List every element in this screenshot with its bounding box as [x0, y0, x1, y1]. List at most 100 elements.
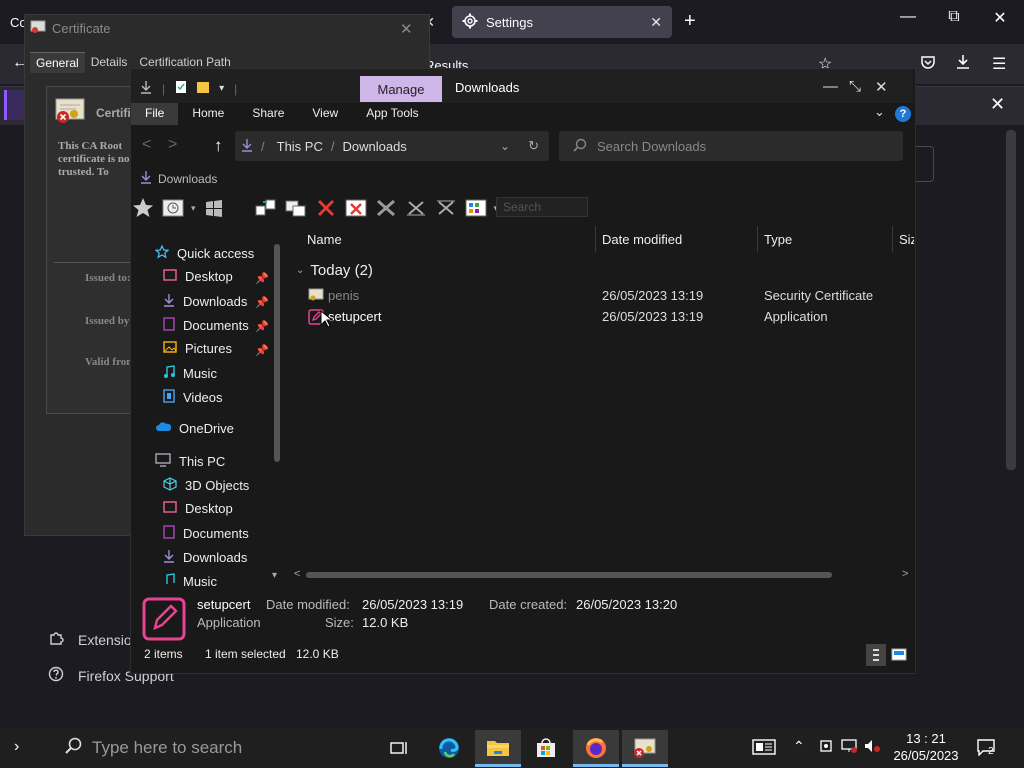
nav-documents[interactable]: Documents [163, 525, 249, 542]
tab-share[interactable]: Share [238, 103, 298, 125]
nav-this-pc[interactable]: This PC [155, 453, 225, 470]
downloads-icon[interactable] [955, 54, 971, 75]
close-icon[interactable]: ✕ [990, 94, 1005, 115]
pin-icon[interactable]: 📌 [255, 296, 269, 309]
chevron-down-icon[interactable]: ▾ [219, 83, 224, 94]
system-clock[interactable]: 13 : 21 26/05/2023 [886, 730, 966, 764]
tab-details[interactable]: Details [85, 52, 134, 73]
column-date-modified[interactable]: Date modified [602, 232, 682, 247]
details-view-icon[interactable] [866, 644, 886, 666]
file-explorer-icon[interactable] [475, 730, 521, 766]
horizontal-scrollbar[interactable] [306, 572, 832, 578]
new-tab-button[interactable]: + [684, 10, 696, 33]
search-box[interactable]: Search Downloads [559, 131, 903, 161]
breadcrumb-this-pc[interactable]: This PC [277, 139, 323, 154]
delete-icon[interactable] [314, 196, 338, 220]
edge-icon[interactable] [426, 730, 472, 766]
chevron-down-icon[interactable]: ▾ [272, 570, 277, 581]
pin-icon[interactable]: 📌 [255, 320, 269, 333]
tab-view[interactable]: View [298, 103, 352, 125]
cut-x-icon[interactable] [434, 196, 458, 220]
pin-icon[interactable]: 📌 [255, 344, 269, 357]
nav-downloads[interactable]: Downloads [163, 549, 247, 566]
delete-window-icon[interactable] [344, 196, 368, 220]
store-icon[interactable] [523, 730, 569, 766]
file-row[interactable]: penis 26/05/2023 13:19 Security Certific… [300, 286, 914, 306]
tab-general[interactable]: General [30, 52, 85, 73]
tab-home[interactable]: Home [178, 103, 238, 125]
favorite-star-icon[interactable] [131, 196, 155, 220]
forward-icon[interactable]: > [168, 136, 177, 154]
properties-icon[interactable] [175, 80, 187, 97]
toolbar-search-input[interactable]: Search [496, 197, 588, 217]
nav-quick-access[interactable]: Quick access [154, 244, 254, 262]
close-icon[interactable]: ✕ [400, 20, 413, 38]
column-divider[interactable] [595, 226, 596, 252]
cut-x-icon[interactable] [374, 196, 398, 220]
nav-music[interactable]: Music [163, 365, 217, 382]
maximize-button[interactable]: ⤡ [849, 78, 861, 95]
certificate-app-icon[interactable] [622, 730, 668, 766]
close-button[interactable]: ✕ [875, 78, 888, 96]
windows-logo-icon[interactable] [202, 196, 226, 220]
nav-onedrive[interactable]: OneDrive [155, 421, 234, 436]
scroll-left-icon[interactable]: < [294, 568, 300, 580]
expand-ribbon-icon[interactable]: ⌄ [874, 104, 885, 120]
up-arrow-icon[interactable]: ↑ [214, 136, 223, 156]
minimize-button[interactable]: — [888, 8, 928, 26]
close-button[interactable]: ✕ [980, 8, 1020, 28]
column-divider[interactable] [757, 226, 758, 252]
secondary-breadcrumb[interactable]: Downloads [140, 170, 217, 187]
pin-icon[interactable]: 📌 [255, 272, 269, 285]
column-type[interactable]: Type [764, 232, 792, 247]
taskbar-search[interactable]: Type here to search [54, 728, 372, 768]
nav-music-pc[interactable]: Music [163, 573, 217, 588]
nav-scrollbar[interactable] [274, 244, 280, 462]
history-icon[interactable] [161, 196, 185, 220]
scroll-right-icon[interactable]: > [902, 568, 908, 580]
breadcrumb-downloads[interactable]: Downloads [342, 139, 406, 154]
maximize-button[interactable]: ⧉ [934, 8, 974, 26]
scrollbar[interactable] [1006, 130, 1016, 470]
minimize-button[interactable]: — [823, 78, 838, 95]
nav-downloads-pinned[interactable]: Downloads [163, 293, 247, 310]
file-row-selected[interactable]: setupcert 26/05/2023 13:19 Application [300, 307, 914, 327]
task-view-icon[interactable] [376, 730, 422, 766]
show-hidden-icons-icon[interactable]: ⌃ [793, 738, 805, 755]
cut-x-icon[interactable] [404, 196, 428, 220]
firefox-icon[interactable] [573, 730, 619, 766]
move-icon[interactable] [254, 196, 278, 220]
column-divider[interactable] [892, 226, 893, 252]
search-input[interactable]: Type here to search [92, 738, 242, 758]
news-widget-icon[interactable] [752, 738, 776, 759]
nav-videos[interactable]: Videos [163, 389, 223, 406]
network-icon[interactable] [840, 738, 858, 757]
chevron-down-icon[interactable]: ▾ [191, 203, 196, 214]
pocket-icon[interactable] [920, 54, 936, 75]
help-icon[interactable]: ? [895, 106, 911, 122]
close-icon[interactable]: ✕ [650, 14, 662, 31]
tab-app-tools[interactable]: App Tools [352, 103, 432, 125]
search-input[interactable]: Search Downloads [597, 139, 706, 154]
large-icons-view-icon[interactable] [890, 646, 908, 664]
manage-context-tab[interactable]: Manage [360, 76, 442, 102]
column-name[interactable]: Name [307, 232, 342, 247]
browser-tab-settings[interactable]: Settings ✕ [452, 6, 672, 38]
nav-desktop[interactable]: Desktop [163, 501, 233, 516]
view-options-icon[interactable] [464, 196, 488, 220]
device-icon[interactable] [818, 738, 834, 757]
tab-file[interactable]: File [131, 103, 179, 125]
column-size[interactable]: Size [899, 232, 914, 247]
back-icon[interactable]: < [142, 136, 151, 154]
volume-muted-icon[interactable] [864, 738, 882, 757]
group-header-today[interactable]: ⌄ Today (2) [296, 262, 373, 279]
copy-icon[interactable] [284, 196, 308, 220]
chevron-down-icon[interactable]: ⌄ [500, 139, 510, 153]
new-folder-icon[interactable] [197, 80, 210, 97]
chevron-right-icon[interactable]: › [14, 738, 19, 756]
address-bar[interactable]: / This PC / Downloads ⌄ ↻ [235, 131, 549, 161]
download-arrow-icon[interactable] [140, 80, 152, 97]
nav-pictures-pinned[interactable]: Pictures [163, 341, 232, 356]
nav-desktop-pinned[interactable]: Desktop [163, 269, 233, 284]
nav-3d-objects[interactable]: 3D Objects [163, 477, 249, 494]
